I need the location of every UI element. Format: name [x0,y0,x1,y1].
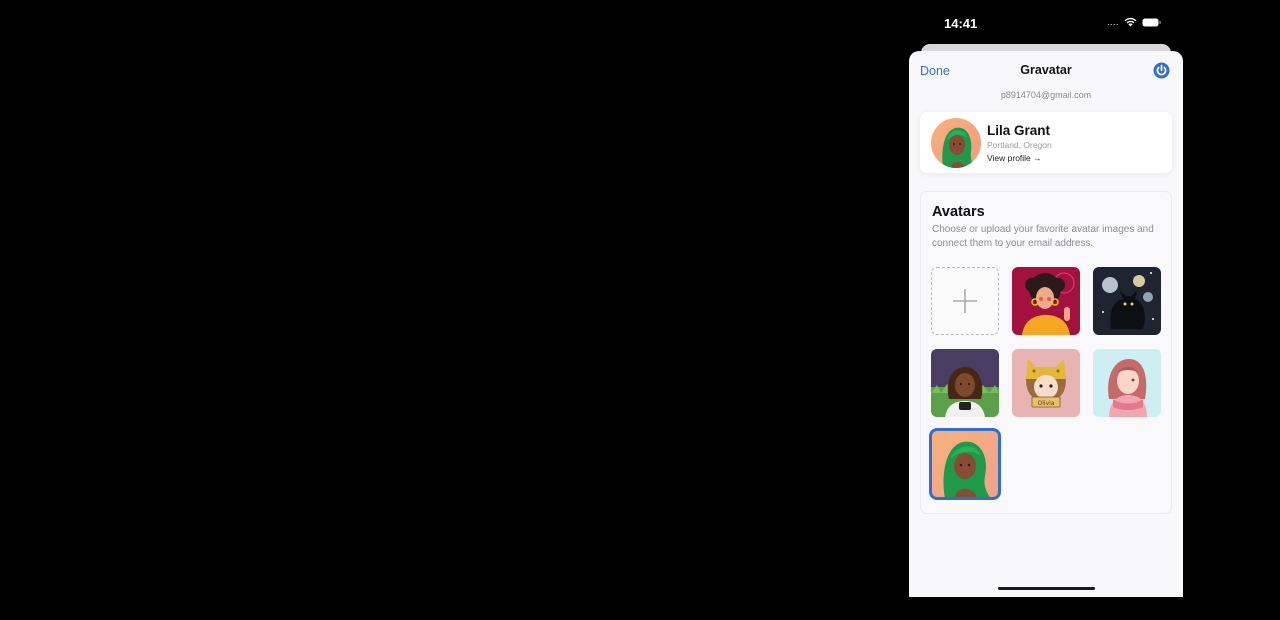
home-indicator[interactable] [998,587,1095,590]
power-icon[interactable] [1153,62,1170,79]
avatar-tile-girl-cat-hat[interactable]: Olivia [1012,349,1080,417]
avatar-tile-pink-hair-scarf[interactable] [1093,349,1161,417]
olivia-sign-text: Olivia [1038,400,1055,407]
avatar-tile-green-hair-woman[interactable] [929,428,1001,500]
avatars-description: Choose or upload your favorite avatar im… [932,224,1154,249]
status-icons: .... [1107,17,1161,27]
avatars-section: Avatars Choose or upload your favorite a… [920,191,1172,514]
navigation-bar: Done Gravatar [909,51,1183,89]
avatar-tile-curly-hair-woman[interactable] [1012,267,1080,335]
plus-icon [952,288,978,314]
cellular-signal-icon: .... [1106,17,1119,27]
view-profile-link[interactable]: View profile → [987,153,1042,163]
gravatar-sheet: Done Gravatar p8914704@gmail.com Lila Gr… [909,51,1183,597]
battery-icon [1142,18,1161,27]
profile-name: Lila Grant [987,123,1051,138]
account-email: p8914704@gmail.com [1000,90,1092,100]
avatar [931,118,981,168]
profile-location: Portland, Oregon [987,140,1052,150]
avatar-tile-black-cat-moons[interactable] [1093,267,1161,335]
avatar-tile-woman-in-grass[interactable] [931,349,999,417]
page-title: Gravatar [1020,63,1072,77]
status-bar: 14:41 .... [909,0,1183,44]
wifi-icon [1124,17,1137,27]
avatars-title: Avatars [932,204,985,220]
status-time: 14:41 [944,16,978,31]
add-avatar-button[interactable] [931,267,999,335]
profile-card[interactable]: Lila Grant Portland, Oregon View profile… [920,112,1172,173]
